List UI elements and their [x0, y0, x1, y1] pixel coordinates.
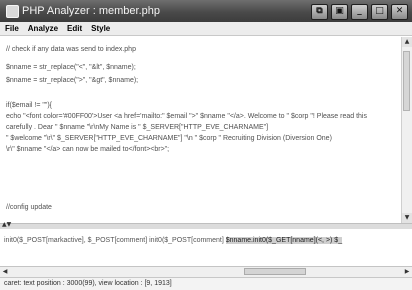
split-arrows-icon[interactable]: ▲▼ [2, 221, 11, 228]
code-line-if: if($email != ""){ [6, 102, 53, 109]
code-line-echo: echo "<font color='#00FF00'>User <a href… [6, 113, 367, 120]
scroll-left-icon[interactable]: ◀ [0, 267, 10, 277]
code-editor[interactable]: // check if any data was send to index.p… [0, 37, 402, 223]
analysis-pane[interactable]: init0($_POST[markactive], $_POST[comment… [0, 229, 412, 267]
menu-style[interactable]: Style [91, 24, 110, 33]
title-bar: PHP Analyzer : member.php ⧉ ▣ _ □ ✕ [0, 0, 412, 23]
scroll-up-icon[interactable]: ▲ [402, 37, 412, 47]
code-line-welcome: " $welcome "\r\" $_SERVER["HTTP_EVE_CHAR… [6, 135, 332, 142]
window-title: PHP Analyzer : member.php [22, 5, 160, 17]
minimize-icon[interactable]: _ [351, 4, 368, 20]
status-bar: caret: text position : 3000(99), view lo… [0, 277, 412, 290]
menu-analyze[interactable]: Analyze [28, 24, 58, 33]
tile-icon[interactable]: ▣ [331, 4, 348, 20]
scroll-right-icon[interactable]: ▶ [402, 267, 412, 277]
analysis-highlight: $nname.init0($_GET[nname](<, >) $_ [225, 237, 343, 244]
hscroll-thumb[interactable] [244, 268, 306, 275]
scroll-thumb[interactable] [403, 51, 410, 111]
code-line-replace-lt: $nname = str_replace("<", "&lt", $nname)… [6, 64, 136, 71]
code-line-replace-gt: $nname = str_replace(">", "&gt", $nname)… [6, 77, 139, 84]
menu-bar: File Analyze Edit Style [0, 22, 412, 36]
window-controls: ⧉ ▣ _ □ ✕ [311, 4, 408, 20]
close-icon[interactable]: ✕ [391, 4, 408, 20]
code-line-mailed: \r\" $nname "</a> can now be mailed to</… [6, 146, 170, 153]
scroll-down-icon[interactable]: ▼ [402, 213, 412, 223]
analysis-prefix: init0($_POST[markactive], $_POST[comment… [4, 237, 226, 244]
code-line-dear: carefully . Dear " $nname "\r\nMy Name i… [6, 124, 269, 131]
menu-edit[interactable]: Edit [67, 24, 82, 33]
caret-status: caret: text position : 3000(99), view lo… [4, 280, 172, 287]
menu-file[interactable]: File [5, 24, 19, 33]
app-icon [6, 5, 19, 18]
horizontal-scrollbar[interactable]: ◀ ▶ [0, 266, 412, 277]
code-line-config: //config update [6, 204, 52, 211]
restore-down-icon[interactable]: ⧉ [311, 4, 328, 20]
analysis-line: init0($_POST[markactive], $_POST[comment… [4, 237, 343, 244]
vertical-scrollbar[interactable]: ▲ ▼ [401, 37, 412, 223]
maximize-icon[interactable]: □ [371, 4, 388, 20]
code-line-comment: // check if any data was send to index.p… [6, 46, 136, 53]
